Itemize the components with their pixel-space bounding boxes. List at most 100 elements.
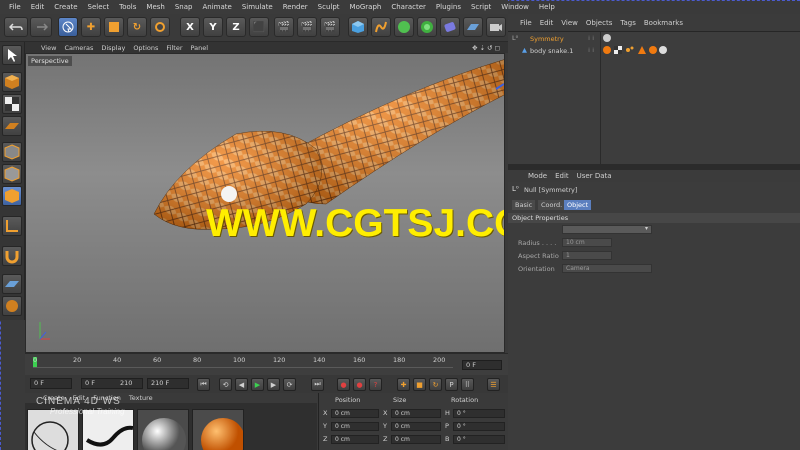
move-tool-button[interactable]: ✚ (81, 17, 101, 37)
attribute-menu-user-data[interactable]: User Data (573, 172, 616, 180)
timeline-ruler[interactable]: 0 20 40 60 80 100 120 140 160 180 200 0 F (25, 353, 508, 375)
tab-object[interactable]: Object (564, 200, 592, 210)
tab-coord[interactable]: Coord. (538, 200, 566, 210)
object-menu-file[interactable]: File (516, 19, 536, 27)
size-field[interactable]: 0 cm (391, 422, 441, 431)
menu-select[interactable]: Select (83, 3, 115, 11)
polygons-mode-button[interactable] (2, 186, 22, 206)
position-field[interactable]: 0 cm (331, 409, 379, 418)
viewport-menu-display[interactable]: Display (97, 44, 129, 52)
start-frame-field[interactable]: 0 F (30, 378, 72, 389)
rotation-field[interactable]: 0 ° (453, 422, 505, 431)
rotation-key-button[interactable]: ↻ (429, 378, 442, 391)
viewport-menu-view[interactable]: View (37, 44, 60, 52)
viewport-menu-cameras[interactable]: Cameras (60, 44, 97, 52)
menu-plugins[interactable]: Plugins (431, 3, 466, 11)
workplane-lock-button[interactable] (2, 274, 22, 294)
viewport-menu-filter[interactable]: Filter (162, 44, 186, 52)
attribute-field[interactable]: Camera (562, 264, 652, 273)
go-to-end-button[interactable]: ⏭ (311, 378, 324, 391)
axis-z-button[interactable]: Z (226, 17, 246, 37)
scale-tool-button[interactable] (104, 17, 124, 37)
coordinate-system-button[interactable]: ⬛ (249, 17, 269, 37)
position-key-button[interactable]: ✚ (397, 378, 410, 391)
object-menu-view[interactable]: View (557, 19, 582, 27)
make-editable-button[interactable] (2, 45, 22, 65)
menu-simulate[interactable]: Simulate (237, 3, 278, 11)
rotation-field[interactable]: 0 ° (453, 435, 505, 444)
attribute-menu-mode[interactable]: Mode (524, 172, 551, 180)
solo-button[interactable] (2, 296, 22, 316)
size-field[interactable]: 0 cm (391, 435, 441, 444)
scale-key-button[interactable]: ■ (413, 378, 426, 391)
preview-range-field[interactable]: 0 F 210 (81, 378, 143, 389)
deformer-button[interactable] (440, 17, 460, 37)
object-row-symmetry[interactable]: L⁰ Symmetry ⁞ ⁞ (508, 34, 800, 45)
object-menu-tags[interactable]: Tags (616, 19, 640, 27)
autokey-button[interactable]: ● (353, 378, 366, 391)
end-frame-field[interactable]: 210 F (147, 378, 189, 389)
next-key-button[interactable]: ⟳ (283, 378, 296, 391)
next-frame-button[interactable]: ▶ (267, 378, 280, 391)
menu-edit[interactable]: Edit (26, 3, 50, 11)
menu-animate[interactable]: Animate (197, 3, 236, 11)
undo-button[interactable] (4, 17, 28, 37)
object-menu-objects[interactable]: Objects (582, 19, 616, 27)
viewport-menu-options[interactable]: Options (129, 44, 162, 52)
menu-create[interactable]: Create (49, 3, 82, 11)
array-button[interactable] (417, 17, 437, 37)
current-frame-field[interactable]: 0 F (462, 360, 502, 370)
attribute-field[interactable]: 1 (562, 251, 612, 260)
object-tags[interactable] (602, 45, 674, 58)
previous-frame-button[interactable]: ◀ (235, 378, 248, 391)
menu-file[interactable]: File (4, 3, 26, 11)
render-settings-button[interactable]: 🎬 (320, 17, 340, 37)
parameter-key-button[interactable]: P (445, 378, 458, 391)
material-menu-texture[interactable]: Texture (125, 394, 157, 402)
menu-help[interactable]: Help (534, 3, 560, 11)
position-field[interactable]: 0 cm (331, 435, 379, 444)
tag-sphere-icon[interactable] (602, 33, 612, 45)
object-menu-edit[interactable]: Edit (536, 19, 558, 27)
edges-mode-button[interactable] (2, 164, 22, 184)
cube-primitive-button[interactable] (348, 17, 368, 37)
render-picture-viewer-button[interactable]: 🎬 (297, 17, 317, 37)
material-swatch-orange[interactable] (192, 409, 244, 450)
play-button[interactable]: ▶ (251, 378, 264, 391)
display-dropdown[interactable]: ▾ (562, 225, 652, 234)
tab-basic[interactable]: Basic (512, 200, 536, 210)
redo-button[interactable] (30, 17, 52, 37)
menu-mesh[interactable]: Mesh (141, 3, 169, 11)
position-field[interactable]: 0 cm (331, 422, 379, 431)
snap-button[interactable] (2, 246, 22, 266)
axis-x-button[interactable]: X (180, 17, 200, 37)
size-field[interactable]: 0 cm (391, 409, 441, 418)
menu-character[interactable]: Character (386, 3, 431, 11)
camera-button[interactable] (486, 17, 506, 37)
menu-sculpt[interactable]: Sculpt (313, 3, 345, 11)
texture-mode-button[interactable] (2, 94, 22, 114)
visibility-dots-icon[interactable]: ⁞ ⁞ (588, 34, 594, 42)
previous-key-button[interactable]: ⟲ (219, 378, 232, 391)
spline-pen-button[interactable] (371, 17, 391, 37)
last-tool-button[interactable] (150, 17, 170, 37)
material-swatch-gray[interactable] (137, 409, 189, 450)
go-to-start-button[interactable]: ⏮ (197, 378, 210, 391)
3d-viewport[interactable]: Perspective WWW.CGTSJ.COM (25, 53, 505, 353)
object-row-body-snake[interactable]: ▲ body snake.1 ⁞ ⁞ (508, 46, 800, 57)
menu-window[interactable]: Window (496, 3, 534, 11)
hierarchy-expand-icon[interactable]: L⁰ (512, 34, 518, 42)
timeline-settings-button[interactable]: ☰ (487, 378, 500, 391)
menu-mograph[interactable]: MoGraph (345, 3, 387, 11)
viewport-nav-icons[interactable]: ✥ ⇣ ↺ ◻ (468, 44, 504, 52)
model-mode-button[interactable] (2, 72, 22, 92)
menu-script[interactable]: Script (466, 3, 496, 11)
axis-mode-button[interactable] (2, 216, 22, 236)
points-mode-button[interactable] (2, 142, 22, 162)
menu-snap[interactable]: Snap (170, 3, 198, 11)
workplane-mode-button[interactable] (2, 116, 22, 136)
keyframe-selection-button[interactable]: ? (369, 378, 382, 391)
live-selection-button[interactable] (58, 17, 78, 37)
subdivision-surface-button[interactable] (394, 17, 414, 37)
attribute-menu-edit[interactable]: Edit (551, 172, 573, 180)
